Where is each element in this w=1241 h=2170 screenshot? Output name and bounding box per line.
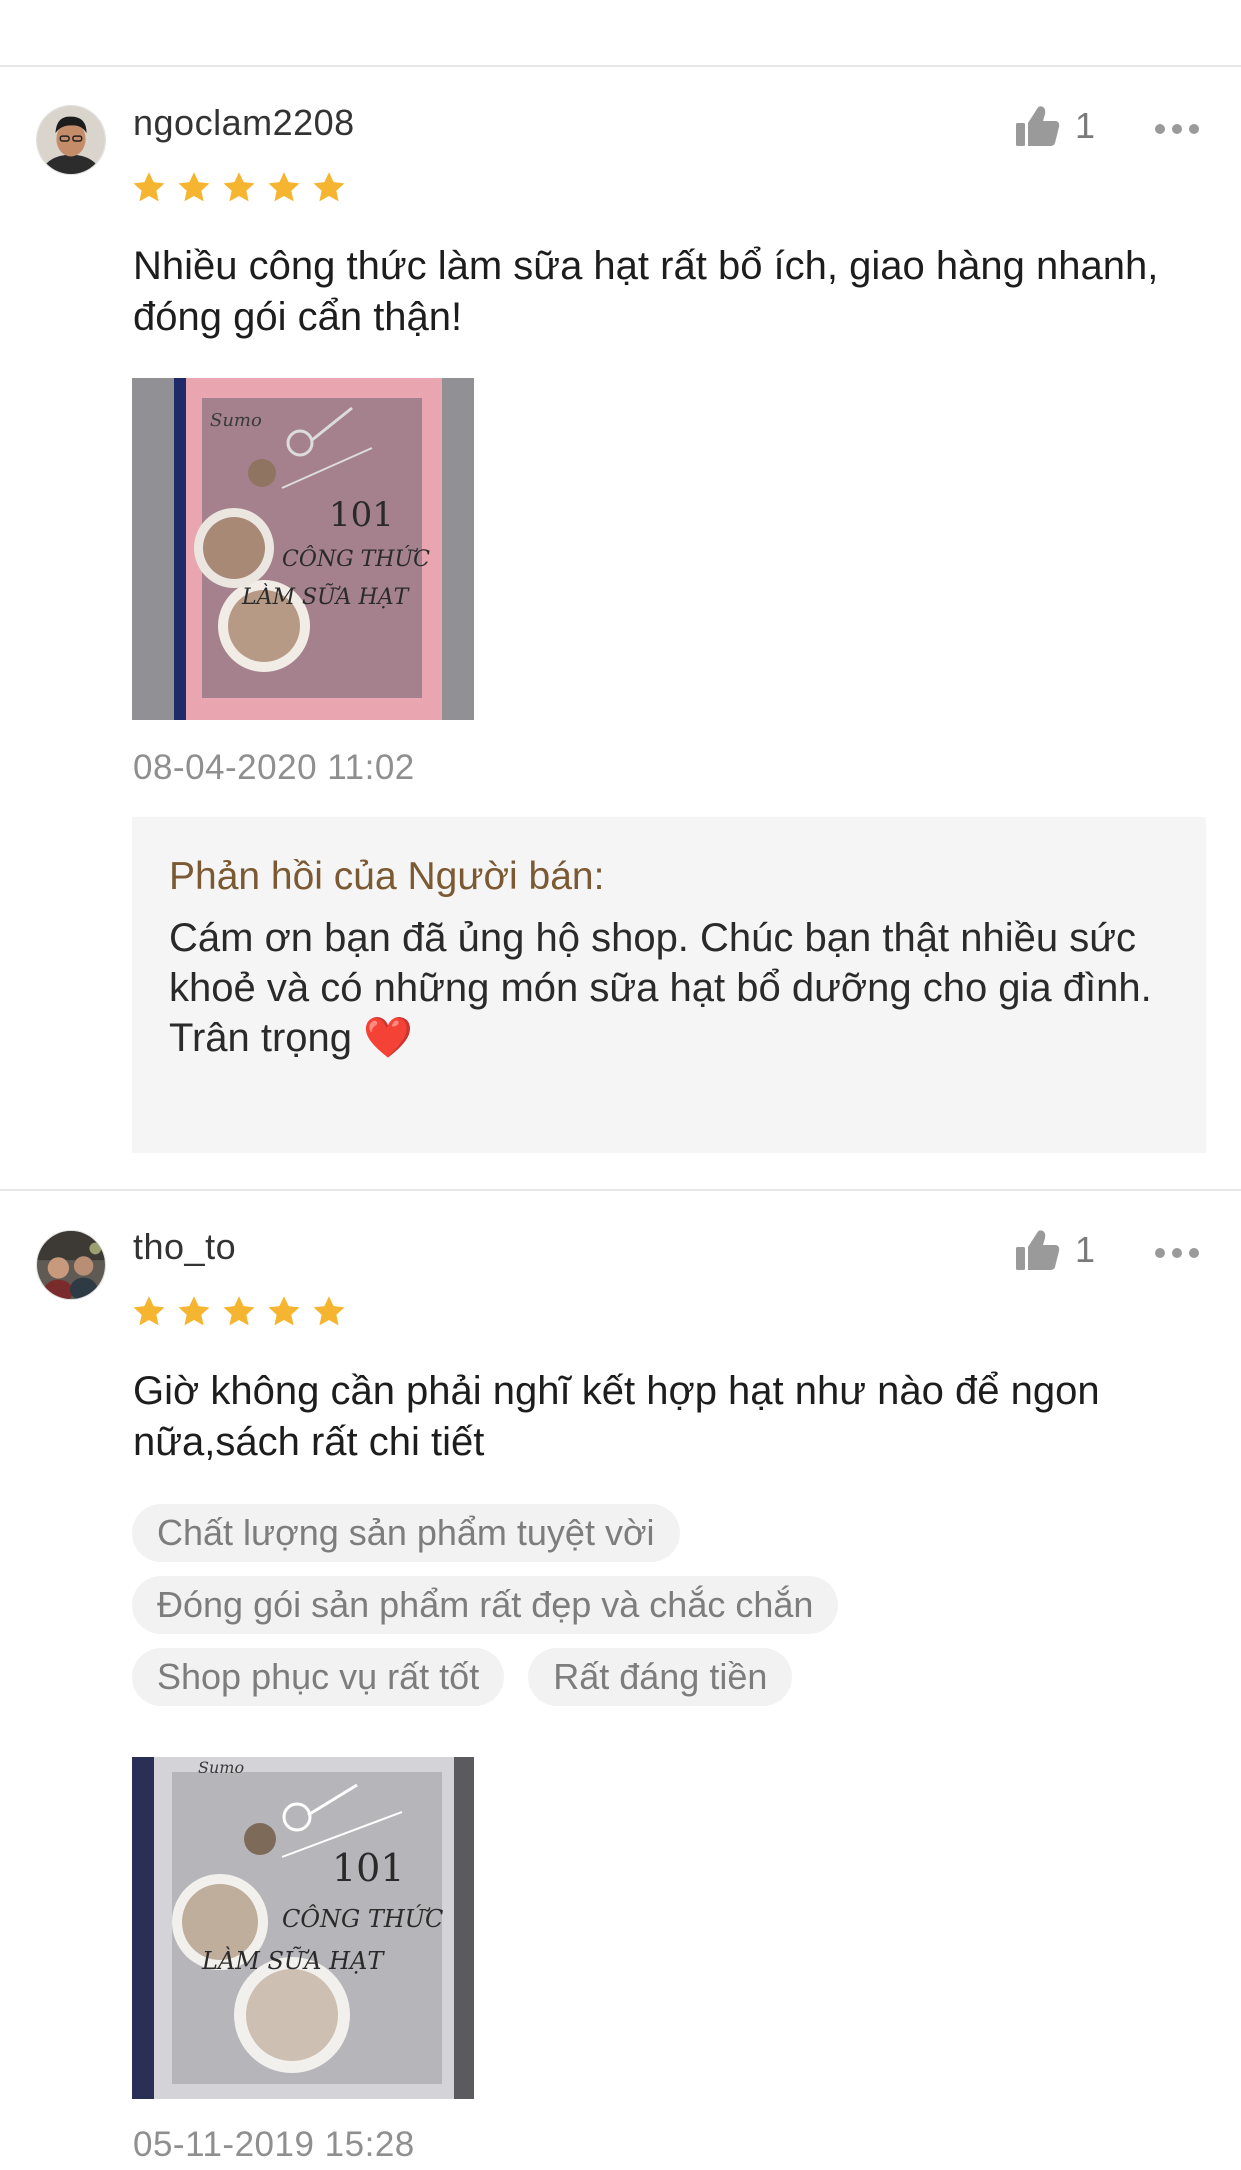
review-photo[interactable]: 101 CÔNG THỨC LÀM SỮA HẠT Sumo (132, 1757, 474, 2099)
star-icon (178, 1296, 210, 1326)
like-count: 1 (1075, 1229, 1096, 1270)
review-tag[interactable]: Shop phục vụ rất tốt (132, 1648, 505, 1706)
avatar[interactable] (36, 1230, 106, 1300)
review-tag[interactable]: Chất lượng sản phẩm tuyệt vời (132, 1504, 680, 1562)
svg-text:CÔNG THỨC: CÔNG THỨC (282, 1904, 443, 1933)
like-area[interactable]: 1 (1015, 104, 1095, 148)
star-icon (178, 172, 210, 202)
star-icon (223, 172, 255, 202)
more-dots-icon[interactable] (1155, 1242, 1199, 1264)
review-list-page: ngoclam2208 1 Nhiều công thức làm sữa hạ… (0, 0, 1241, 2170)
star-icon (268, 172, 300, 202)
username[interactable]: tho_to (133, 1226, 236, 1268)
review-tag[interactable]: Rất đáng tiền (528, 1648, 793, 1706)
star-icon (313, 172, 345, 202)
star-icon (268, 1296, 300, 1326)
red-heart-emoji-icon: ❤️ (363, 1016, 413, 1060)
like-count: 1 (1075, 105, 1096, 146)
svg-text:101: 101 (329, 495, 394, 535)
top-strip (0, 0, 1241, 65)
star-rating (131, 170, 347, 206)
thumbs-up-icon[interactable] (1015, 1228, 1061, 1272)
svg-text:101: 101 (332, 1846, 405, 1890)
username[interactable]: ngoclam2208 (133, 102, 355, 144)
avatar[interactable] (36, 105, 106, 175)
review-timestamp: 05-11-2019 15:28 (133, 2125, 415, 2164)
seller-reply-signoff: Trân trọng ❤️ (169, 1013, 1179, 1063)
review-comment: Giờ không cần phải nghĩ kết hợp hạt như … (133, 1369, 1100, 1464)
like-area[interactable]: 1 (1015, 1228, 1095, 1272)
star-icon (133, 172, 165, 202)
seller-reply-body: Cám ơn bạn đã ủng hộ shop. Chúc bạn thật… (169, 916, 1152, 1010)
svg-text:LÀM SỮA HẠT: LÀM SỮA HẠT (241, 582, 411, 610)
seller-reply-title: Phản hồi của Người bán: (169, 855, 605, 898)
star-rating (131, 1294, 347, 1330)
svg-text:Sumo: Sumo (198, 1758, 244, 1777)
star-icon (313, 1296, 345, 1326)
more-dots-icon[interactable] (1155, 118, 1199, 140)
star-icon (223, 1296, 255, 1326)
review-comment: Nhiều công thức làm sữa hạt rất bổ ích, … (133, 244, 1159, 339)
review-photo[interactable]: 101 CÔNG THỨC LÀM SỮA HẠT Sumo (132, 378, 474, 720)
svg-text:CÔNG THỨC: CÔNG THỨC (282, 545, 430, 572)
review-tags: Chất lượng sản phẩm tuyệt vời Đóng gói s… (132, 1504, 1132, 1720)
svg-text:Sumo: Sumo (210, 410, 262, 431)
review-timestamp: 08-04-2020 11:02 (133, 748, 415, 787)
divider-between-reviews (0, 1189, 1241, 1191)
star-icon (133, 1296, 165, 1326)
divider-top (0, 65, 1241, 67)
thumbs-up-icon[interactable] (1015, 104, 1061, 148)
review-tag[interactable]: Đóng gói sản phẩm rất đẹp và chắc chắn (132, 1576, 839, 1634)
svg-text:LÀM SỮA HẠT: LÀM SỮA HẠT (201, 1945, 385, 1975)
seller-reply: Phản hồi của Người bán: Cám ơn bạn đã ủn… (132, 817, 1206, 1153)
seller-reply-signoff-text: Trân trọng (169, 1016, 353, 1060)
seller-reply-text: Cám ơn bạn đã ủng hộ shop. Chúc bạn thật… (169, 913, 1179, 1063)
